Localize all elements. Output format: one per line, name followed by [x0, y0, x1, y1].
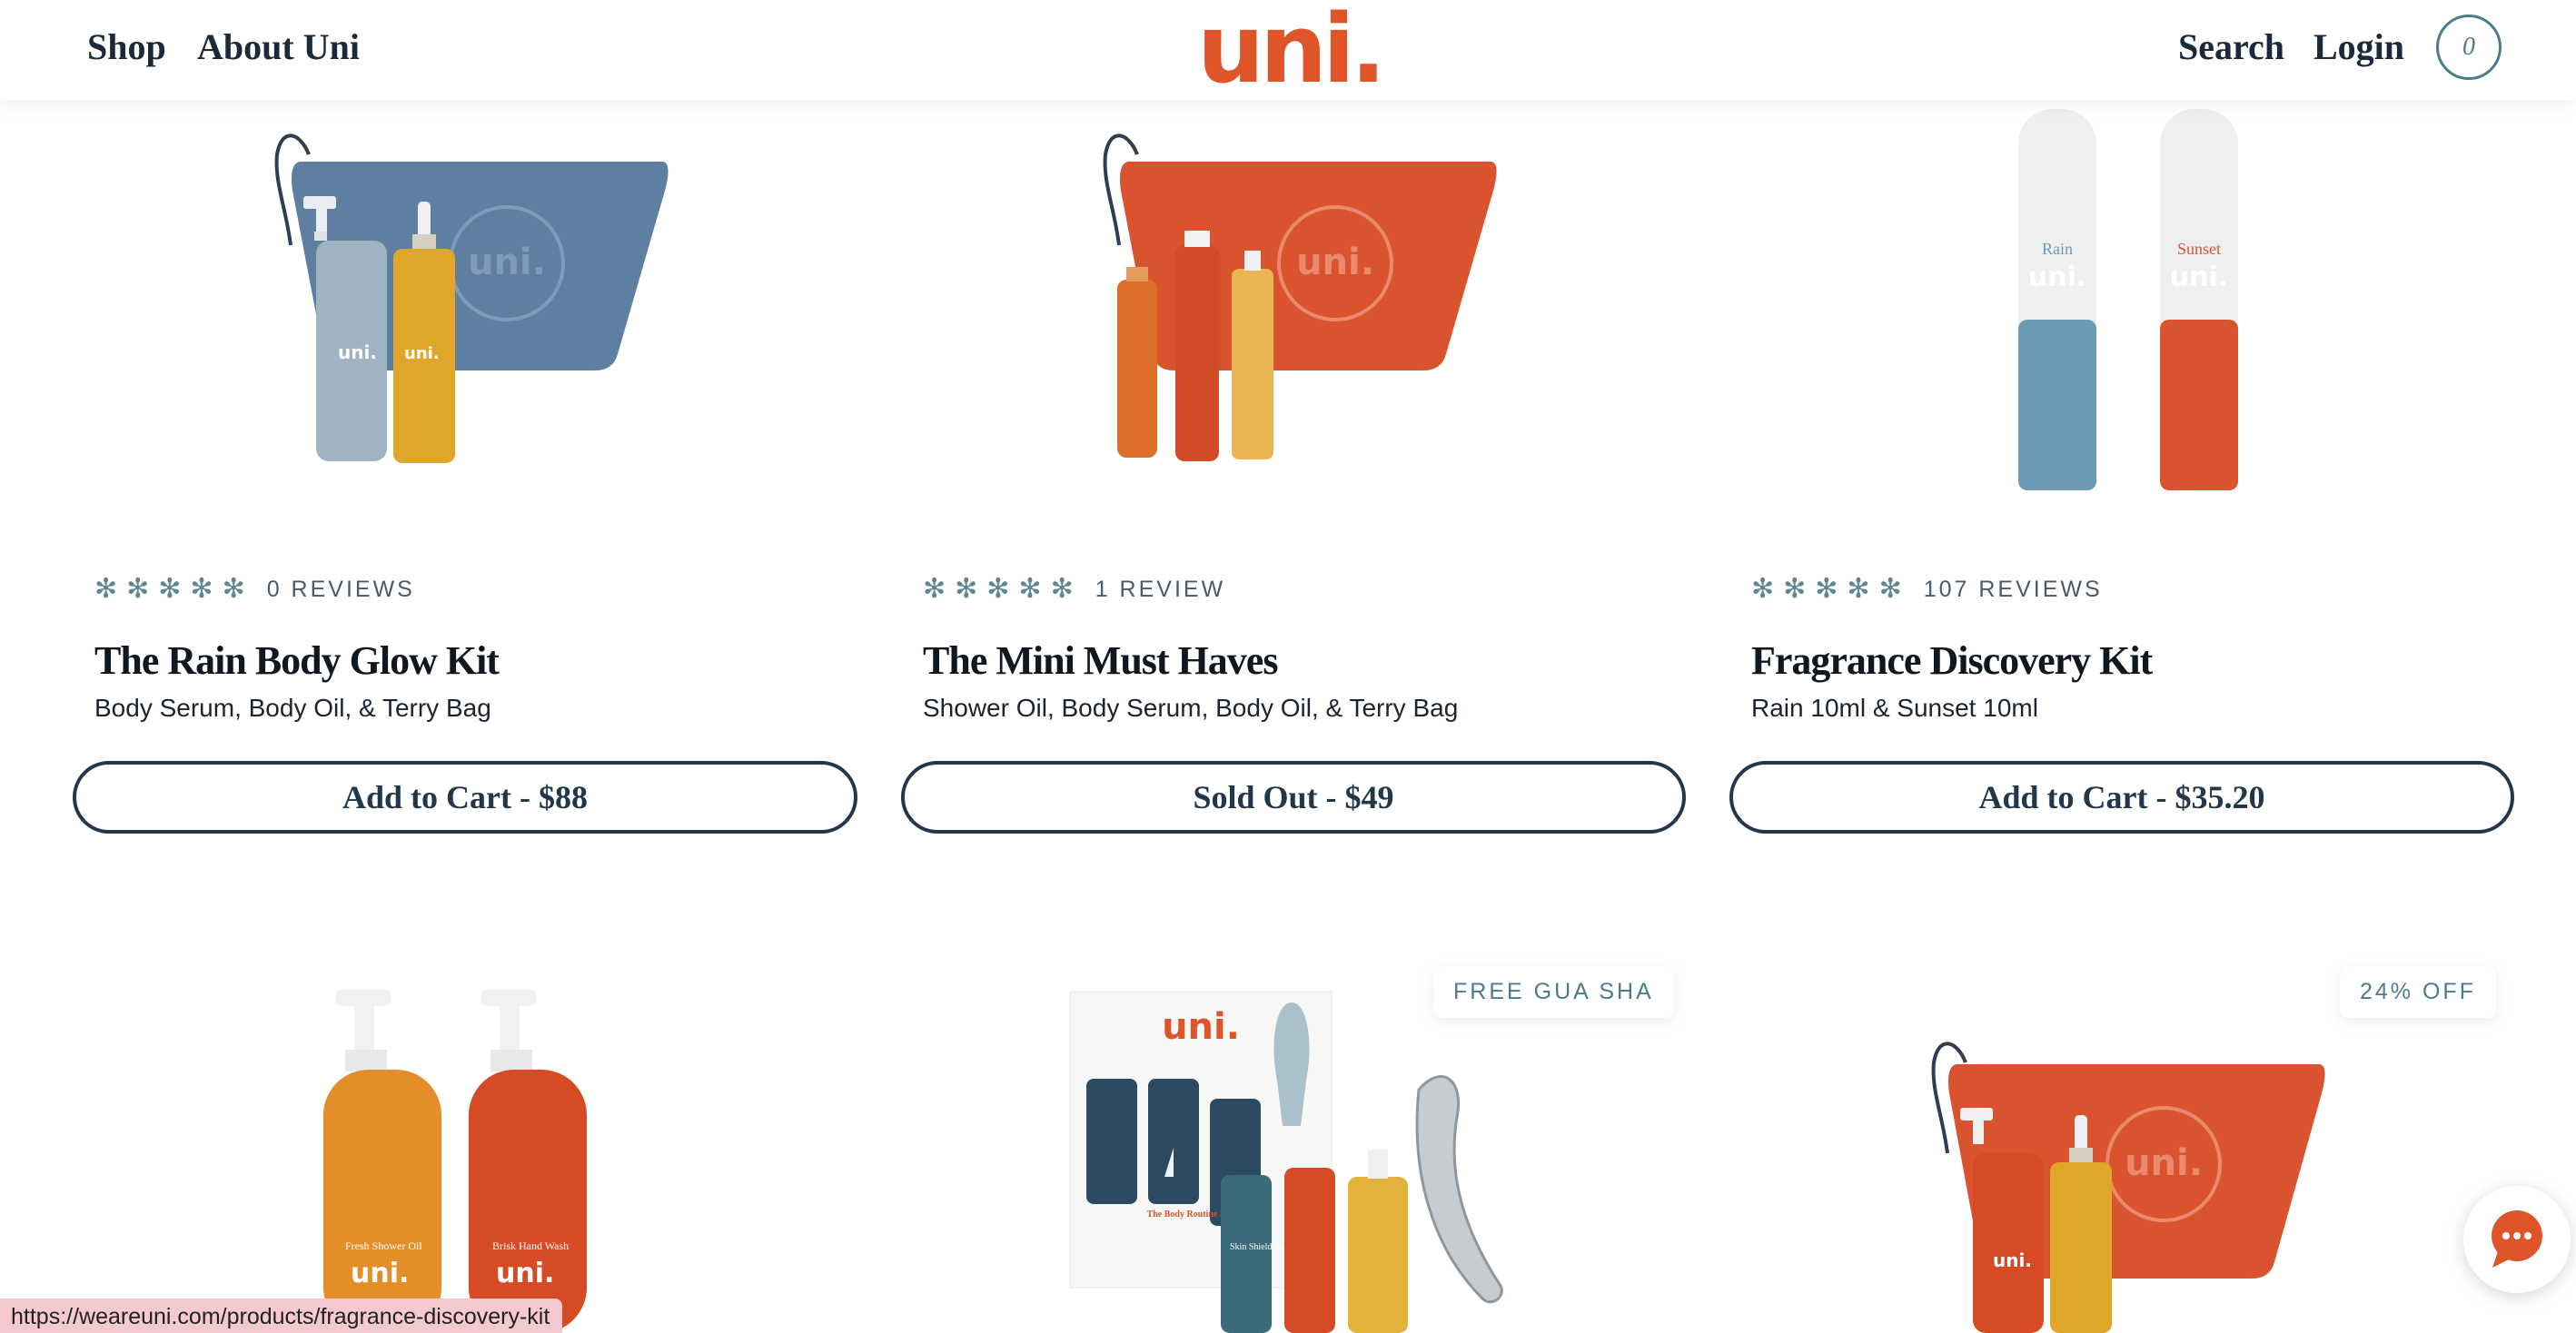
- asterisk-star-icon: ✻: [1018, 574, 1042, 604]
- nav-about-link[interactable]: About Uni: [197, 25, 360, 68]
- svg-text:uni.: uni.: [468, 242, 546, 283]
- asterisk-star-icon: ✻: [222, 574, 245, 604]
- chat-button[interactable]: [2463, 1186, 2571, 1293]
- svg-text:uni.: uni.: [2125, 1142, 2203, 1184]
- svg-text:uni.: uni.: [1296, 242, 1374, 283]
- asterisk-star-icon: ✻: [1878, 574, 1902, 604]
- review-count[interactable]: 0 REVIEWS: [267, 577, 415, 603]
- nav-login-link[interactable]: Login: [2313, 25, 2404, 68]
- product-image-travel-kit-terry-bag[interactable]: uni. uni.: [1729, 963, 2514, 1333]
- svg-text:uni.: uni.: [2028, 262, 2086, 293]
- svg-text:Rain: Rain: [2042, 240, 2073, 258]
- asterisk-star-icon: ✻: [1050, 574, 1074, 604]
- svg-text:uni.: uni.: [2170, 262, 2228, 293]
- asterisk-star-icon: ✻: [1783, 574, 1807, 604]
- svg-text:uni.: uni.: [1993, 1249, 2032, 1271]
- sold-out-button[interactable]: Sold Out - $49: [901, 761, 1686, 834]
- svg-text:Sunset: Sunset: [2177, 240, 2221, 258]
- chat-bubble-icon: [2492, 1210, 2542, 1268]
- product-image-rain-body-glow-kit[interactable]: uni. uni. uni.: [73, 82, 857, 509]
- asterisk-star-icon: ✻: [1751, 574, 1775, 604]
- rating-stars[interactable]: ✻ ✻ ✻ ✻ ✻ 107 REVIEWS: [1751, 576, 2103, 603]
- promo-badge-discount: 24% OFF: [2340, 966, 2496, 1018]
- svg-text:Brisk Hand Wash: Brisk Hand Wash: [492, 1239, 569, 1252]
- nav-search-link[interactable]: Search: [2178, 25, 2284, 68]
- svg-text:uni.: uni.: [351, 1258, 409, 1289]
- product-image-mini-must-haves[interactable]: uni.: [901, 82, 1686, 509]
- svg-text:Fresh Shower Oil: Fresh Shower Oil: [345, 1239, 422, 1252]
- svg-text:uni.: uni.: [1162, 1006, 1240, 1048]
- asterisk-star-icon: ✻: [158, 574, 182, 604]
- asterisk-star-icon: ✻: [190, 574, 213, 604]
- asterisk-star-icon: ✻: [126, 574, 150, 604]
- review-count[interactable]: 1 REVIEW: [1095, 577, 1225, 603]
- rating-stars[interactable]: ✻ ✻ ✻ ✻ ✻ 1 REVIEW: [923, 576, 1225, 603]
- status-bar-url: https://weareuni.com/products/fragrance-…: [0, 1298, 563, 1333]
- asterisk-star-icon: ✻: [923, 574, 946, 604]
- asterisk-star-icon: ✻: [986, 574, 1010, 604]
- add-to-cart-button[interactable]: Add to Cart - $88: [73, 761, 857, 834]
- asterisk-star-icon: ✻: [94, 574, 118, 604]
- product-subtitle: Rain 10ml & Sunset 10ml: [1751, 694, 2038, 722]
- svg-text:uni.: uni.: [496, 1258, 554, 1289]
- cart-count-button[interactable]: 0: [2436, 15, 2502, 80]
- product-image-fragrance-discovery-kit[interactable]: Rain uni. Sunset uni.: [1729, 82, 2514, 509]
- product-image-shower-oil-hand-wash[interactable]: Fresh Shower Oil uni. Brisk Hand Wash un…: [73, 963, 857, 1333]
- nav-shop-link[interactable]: Shop: [87, 25, 166, 68]
- brand-logo[interactable]: uni.: [1197, 2, 1386, 96]
- asterisk-star-icon: ✻: [955, 574, 978, 604]
- promo-badge-free-gua-sha: FREE GUA SHA: [1433, 966, 1674, 1018]
- product-subtitle: Shower Oil, Body Serum, Body Oil, & Terr…: [923, 694, 1459, 722]
- site-header: Shop About Uni uni. Search Login 0: [0, 0, 2576, 100]
- asterisk-star-icon: ✻: [1815, 574, 1838, 604]
- svg-text:uni.: uni.: [338, 341, 377, 363]
- product-title[interactable]: Fragrance Discovery Kit: [1751, 637, 2153, 684]
- rating-stars[interactable]: ✻ ✻ ✻ ✻ ✻ 0 REVIEWS: [94, 576, 415, 603]
- svg-text:uni.: uni.: [404, 344, 440, 363]
- product-subtitle: Body Serum, Body Oil, & Terry Bag: [94, 694, 491, 722]
- product-image-body-routine-kit[interactable]: uni. The Body Routine Kit - 3 Pi Skin Sh…: [901, 963, 1686, 1333]
- product-title[interactable]: The Rain Body Glow Kit: [94, 637, 500, 684]
- asterisk-star-icon: ✻: [1847, 574, 1870, 604]
- add-to-cart-button[interactable]: Add to Cart - $35.20: [1729, 761, 2514, 834]
- review-count[interactable]: 107 REVIEWS: [1924, 577, 2103, 603]
- product-title[interactable]: The Mini Must Haves: [923, 637, 1278, 684]
